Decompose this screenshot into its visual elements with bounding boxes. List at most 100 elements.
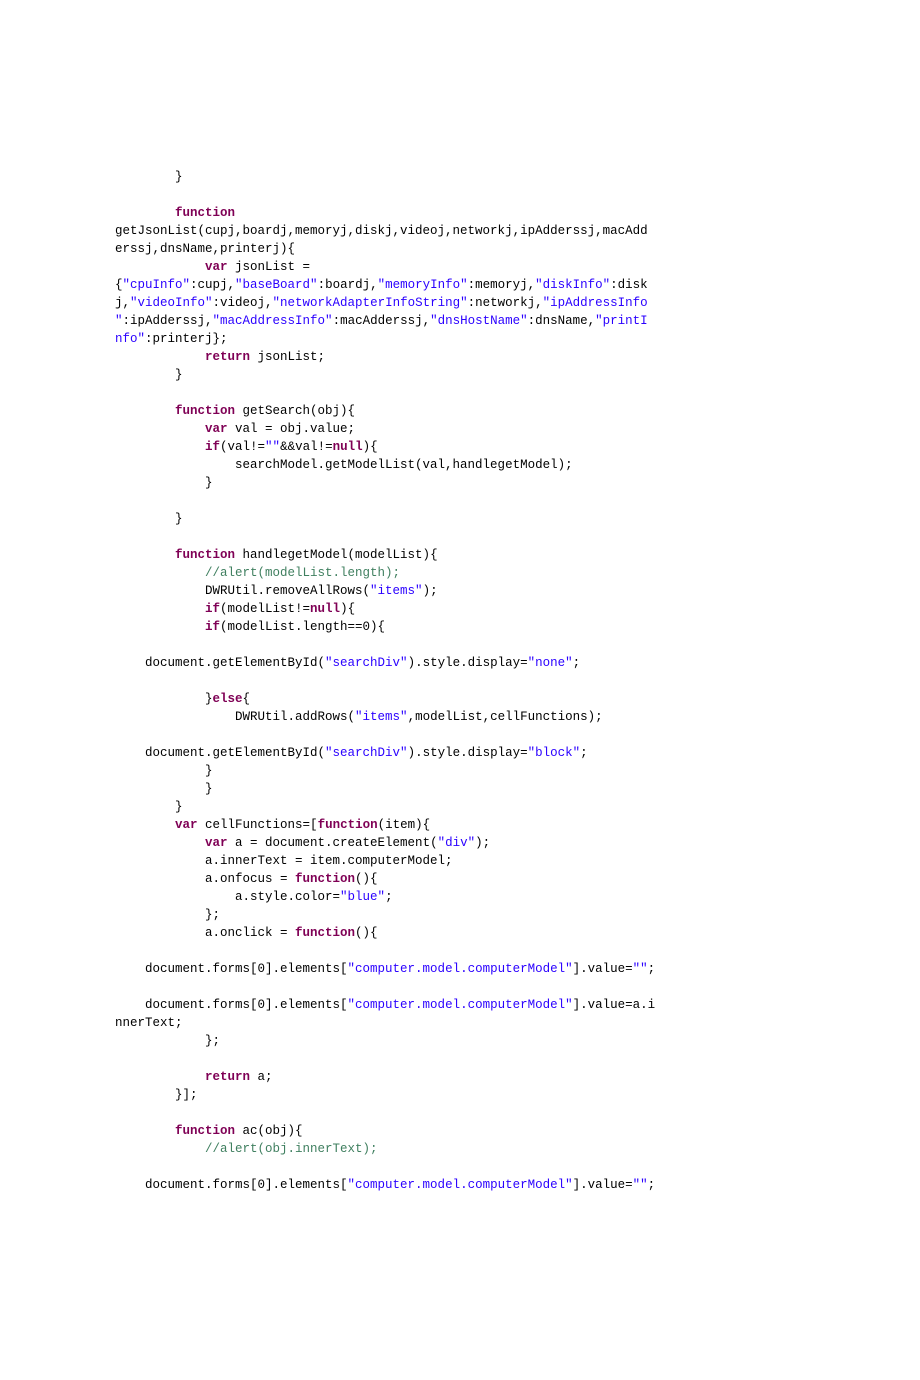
code-token: "	[115, 314, 123, 328]
code-token: {	[115, 278, 123, 292]
code-token: "block"	[528, 746, 581, 760]
code-token: :printerj};	[145, 332, 228, 346]
code-token: var	[205, 422, 228, 436]
code-token: searchModel.getModelList(val,handlegetMo…	[115, 458, 573, 472]
code-token: :networkj,	[468, 296, 543, 310]
code-token: (item){	[378, 818, 431, 832]
code-token	[115, 260, 205, 274]
code-token: }	[115, 782, 213, 796]
code-token: }];	[115, 1088, 198, 1102]
code-token	[115, 566, 205, 580]
code-token: "blue"	[340, 890, 385, 904]
code-token: "items"	[355, 710, 408, 724]
code-token	[115, 440, 205, 454]
code-token: };	[115, 1034, 220, 1048]
code-token: var	[205, 836, 228, 850]
code-token	[115, 350, 205, 364]
code-token: a.innerText = item.computerModel;	[115, 854, 453, 868]
code-token: &&val!=	[280, 440, 333, 454]
code-token: }	[115, 476, 213, 490]
code-token: {	[243, 692, 251, 706]
code-token: //alert(obj.innerText);	[205, 1142, 378, 1156]
code-token: "cpuInfo"	[123, 278, 191, 292]
code-token: document.getElementById(	[115, 746, 325, 760]
code-token: ;	[580, 746, 588, 760]
code-token: DWRUtil.addRows(	[115, 710, 355, 724]
code-token: ""	[265, 440, 280, 454]
code-token: a;	[250, 1070, 273, 1084]
code-token: "printI	[595, 314, 648, 328]
code-token: "items"	[370, 584, 423, 598]
code-token: }	[115, 764, 213, 778]
code-token: ;	[385, 890, 393, 904]
code-token: (){	[355, 926, 378, 940]
code-token: ){	[340, 602, 355, 616]
code-token: ;	[648, 1178, 656, 1192]
code-token: ac(obj){	[235, 1124, 303, 1138]
code-token: null	[333, 440, 363, 454]
code-token: "networkAdapterInfoString"	[273, 296, 468, 310]
code-token: "diskInfo"	[535, 278, 610, 292]
code-token: cellFunctions=[	[198, 818, 318, 832]
code-token	[115, 836, 205, 850]
code-token: }	[115, 800, 183, 814]
code-token: val = obj.value;	[228, 422, 356, 436]
code-token: a = document.createElement(	[228, 836, 438, 850]
code-token: ).style.display=	[408, 746, 528, 760]
code-token: }	[115, 692, 213, 706]
code-token: a.style.color=	[115, 890, 340, 904]
code-token: if	[205, 602, 220, 616]
code-token: function	[175, 1124, 235, 1138]
code-token: return	[205, 1070, 250, 1084]
code-token: var	[175, 818, 198, 832]
code-token: :boardj,	[318, 278, 378, 292]
code-token: DWRUtil.removeAllRows(	[115, 584, 370, 598]
code-token: null	[310, 602, 340, 616]
code-token: j,	[115, 296, 130, 310]
code-token: ].value=	[573, 1178, 633, 1192]
code-token: document.forms[0].elements[	[115, 998, 348, 1012]
code-token: a.onfocus =	[115, 872, 295, 886]
code-token: ""	[633, 962, 648, 976]
code-token: document.forms[0].elements[	[115, 1178, 348, 1192]
code-token: ].value=	[573, 962, 633, 976]
code-token: :memoryj,	[468, 278, 536, 292]
code-token: );	[475, 836, 490, 850]
code-listing: } function getJsonList(cupj,boardj,memor…	[115, 168, 805, 1194]
code-token: "searchDiv"	[325, 656, 408, 670]
code-token: "ipAddressInfo	[543, 296, 648, 310]
code-token: :macAdderssj,	[333, 314, 431, 328]
code-token: ;	[573, 656, 581, 670]
code-token	[115, 620, 205, 634]
code-token: //alert(modelList.length);	[205, 566, 400, 580]
code-token: getJsonList(cupj,boardj,memoryj,diskj,vi…	[115, 224, 648, 238]
code-token: function	[318, 818, 378, 832]
code-token: :dnsName,	[528, 314, 596, 328]
code-token: }	[115, 368, 183, 382]
code-token: function	[295, 926, 355, 940]
code-token: }	[115, 512, 183, 526]
code-token: (val!=	[220, 440, 265, 454]
code-token: "baseBoard"	[235, 278, 318, 292]
code-token: if	[205, 620, 220, 634]
code-token: ""	[633, 1178, 648, 1192]
code-token: ){	[363, 440, 378, 454]
code-token: return	[205, 350, 250, 364]
code-token: getSearch(obj){	[235, 404, 355, 418]
code-token: (modelList.length==0){	[220, 620, 385, 634]
code-token: function	[295, 872, 355, 886]
code-token: "computer.model.computerModel"	[348, 998, 573, 1012]
code-token: ,modelList,cellFunctions);	[408, 710, 603, 724]
code-token: jsonList =	[228, 260, 311, 274]
code-token: );	[423, 584, 438, 598]
code-token	[115, 206, 175, 220]
code-token: "dnsHostName"	[430, 314, 528, 328]
code-token: document.getElementById(	[115, 656, 325, 670]
code-token: :disk	[610, 278, 648, 292]
code-token	[115, 1142, 205, 1156]
code-token: jsonList;	[250, 350, 325, 364]
code-token: (modelList!=	[220, 602, 310, 616]
code-token: document.forms[0].elements[	[115, 962, 348, 976]
code-token	[115, 422, 205, 436]
code-token: "memoryInfo"	[378, 278, 468, 292]
